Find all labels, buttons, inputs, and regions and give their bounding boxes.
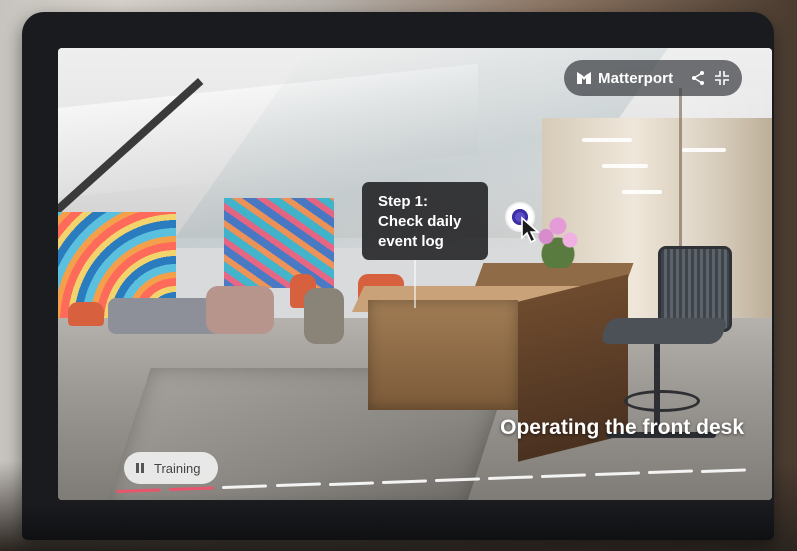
tooltip-pin: [414, 260, 416, 308]
lounge-chair: [206, 286, 274, 334]
progress-segment[interactable]: [381, 479, 428, 484]
progress-segment[interactable]: [541, 473, 587, 479]
brand-name: Matterport: [598, 69, 674, 87]
progress-segment[interactable]: [169, 486, 215, 492]
tooltip-line: event log: [378, 233, 444, 250]
step-tooltip: Step 1: Check daily event log: [362, 182, 488, 260]
progress-segment[interactable]: [434, 477, 481, 482]
laptop-bezel: [22, 500, 774, 540]
brand-toolbar: Matterport: [564, 60, 742, 96]
training-button[interactable]: Training: [124, 452, 218, 484]
mural-right: [224, 198, 334, 288]
lounge-chair: [304, 288, 344, 344]
progress-segment[interactable]: [700, 467, 747, 473]
laptop: Matterport Step 1: Check daily event log: [22, 12, 774, 540]
tour-caption: Operating the front desk: [500, 416, 744, 439]
progress-segment[interactable]: [594, 471, 640, 477]
tooltip-line: Check daily: [378, 213, 462, 230]
share-icon[interactable]: [690, 70, 706, 86]
progress-segment[interactable]: [275, 482, 321, 488]
pause-icon: [136, 463, 146, 473]
reception-desk-front: [368, 300, 518, 410]
lounge-chair: [68, 302, 104, 326]
tooltip-line: Step 1:: [378, 193, 429, 210]
training-label: Training: [154, 460, 201, 476]
matterport-logo-icon: [576, 70, 592, 86]
progress-segment[interactable]: [222, 484, 268, 490]
collapse-icon[interactable]: [714, 70, 730, 86]
stool-seat: [599, 318, 729, 344]
progress-segment[interactable]: [488, 475, 534, 480]
stool-footrest: [624, 390, 700, 412]
progress-segment[interactable]: [647, 469, 693, 475]
progress-segment[interactable]: [115, 488, 162, 493]
progress-segment[interactable]: [328, 480, 374, 486]
virtual-tour-viewer[interactable]: Matterport Step 1: Check daily event log: [58, 48, 772, 500]
cursor-pointer-icon: [521, 216, 541, 244]
